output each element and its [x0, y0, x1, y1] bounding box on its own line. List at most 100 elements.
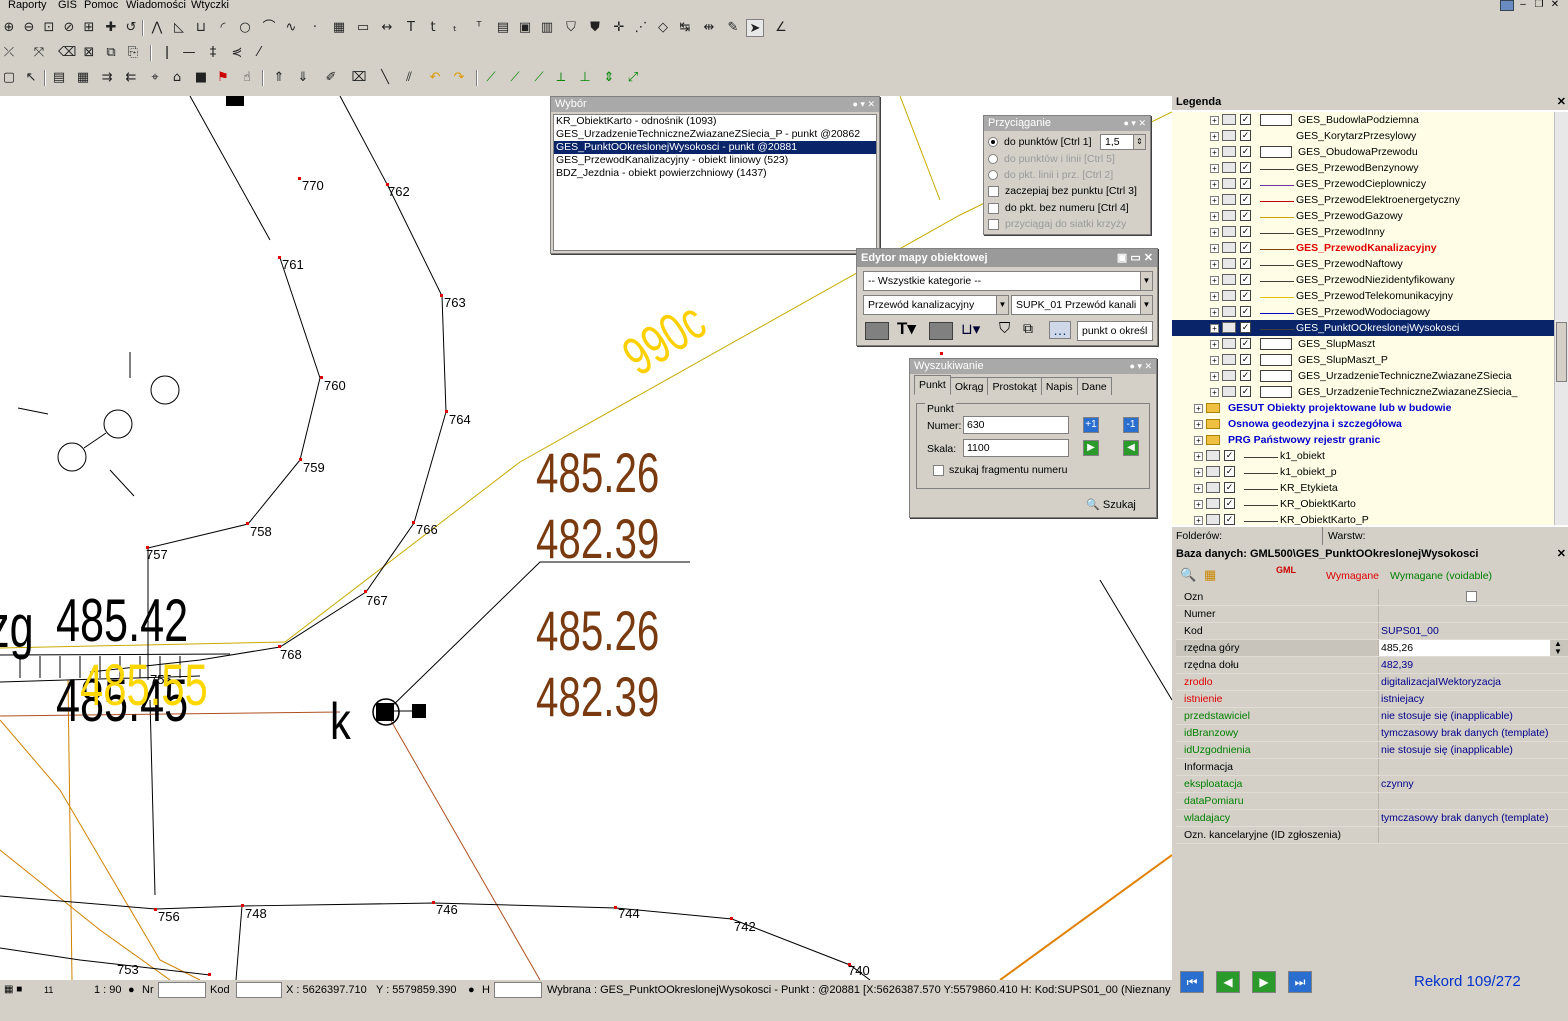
- copy-attr-icon[interactable]: ⧉: [1023, 320, 1033, 337]
- legend-row[interactable]: + ✓ GES_PrzewodElektroenergetyczny: [1172, 192, 1554, 208]
- visibility-checkbox[interactable]: ✓: [1240, 162, 1251, 173]
- attribute-value-input[interactable]: 485,26: [1378, 640, 1550, 656]
- layer-table-icon[interactable]: [1222, 178, 1236, 189]
- visibility-checkbox[interactable]: ✓: [1240, 306, 1251, 317]
- tab-dane[interactable]: Dane: [1076, 377, 1112, 395]
- minimize-icon[interactable]: –: [1516, 0, 1530, 11]
- attribute-row[interactable]: Informacja: [1176, 759, 1568, 776]
- select-window-icon[interactable]: ▢: [0, 69, 18, 87]
- snap-free-icon[interactable]: ⤢: [624, 69, 642, 87]
- expand-icon[interactable]: +: [1210, 244, 1219, 253]
- expand-icon[interactable]: +: [1210, 308, 1219, 317]
- spinner-icon[interactable]: ⇕: [1133, 135, 1145, 149]
- layer-table-icon[interactable]: [1206, 498, 1220, 509]
- measure-icon[interactable]: ⋰: [632, 19, 650, 37]
- tab-punkt[interactable]: Punkt: [914, 375, 951, 395]
- numer-input[interactable]: 630: [963, 416, 1069, 434]
- visibility-checkbox[interactable]: ✓: [1240, 226, 1251, 237]
- grid-icon[interactable]: ▦: [1204, 567, 1216, 583]
- expand-icon[interactable]: +: [1210, 132, 1219, 141]
- next-record-icon[interactable]: ▶: [1252, 971, 1276, 993]
- legend-scrollbar[interactable]: [1554, 112, 1568, 525]
- attribute-row[interactable]: zrodlo digitalizacjaIWektoryzacja: [1176, 674, 1568, 691]
- visibility-checkbox[interactable]: ✓: [1240, 114, 1251, 125]
- expand-icon[interactable]: +: [1210, 180, 1219, 189]
- layer-table-icon[interactable]: [1222, 386, 1236, 397]
- break-icon[interactable]: ⁄: [250, 44, 268, 62]
- cross-icon[interactable]: ✛: [610, 19, 628, 37]
- pan-icon[interactable]: ✚: [102, 19, 120, 37]
- delete-node-icon[interactable]: ⊠: [80, 44, 98, 62]
- line-icon[interactable]: ╲: [376, 69, 394, 87]
- legend-row[interactable]: + ✓ GES_SlupMaszt: [1172, 336, 1554, 352]
- note-icon[interactable]: ▤: [494, 19, 512, 37]
- brush-icon[interactable]: ✐: [322, 69, 340, 87]
- close-icon[interactable]: ✕: [1557, 545, 1566, 563]
- split-icon[interactable]: ⧉: [102, 44, 120, 62]
- legend-row[interactable]: + ✓ GES_PrzewodNaftowy: [1172, 256, 1554, 272]
- attribute-row[interactable]: rzędna dołu 482,39: [1176, 657, 1568, 674]
- legend-row[interactable]: + ✓ GES_PrzewodGazowy: [1172, 208, 1554, 224]
- legend-row[interactable]: + ✓ GES_PrzewodInny: [1172, 224, 1554, 240]
- snap-mid-icon[interactable]: ⟋: [530, 69, 548, 87]
- expand-icon[interactable]: +: [1194, 484, 1203, 493]
- checkbox-icon[interactable]: [988, 218, 999, 230]
- copy-icon[interactable]: ⎘: [124, 44, 142, 62]
- next-icon[interactable]: ▶: [1083, 440, 1099, 456]
- snap-end-icon[interactable]: ⟋: [506, 69, 524, 87]
- eraser-icon[interactable]: ⌫: [58, 44, 76, 62]
- black-square-icon[interactable]: ■: [192, 69, 210, 87]
- nr-input[interactable]: [158, 982, 206, 998]
- expand-icon[interactable]: +: [1210, 356, 1219, 365]
- legend-row[interactable]: + ✓ GES_PrzewodCieplowniczy: [1172, 176, 1554, 192]
- image-icon[interactable]: ▣: [516, 19, 534, 37]
- visibility-checkbox[interactable]: ✓: [1240, 258, 1251, 269]
- attribute-row[interactable]: przedstawiciel nie stosuje się (inapplica…: [1176, 708, 1568, 725]
- layer-table-icon[interactable]: [1222, 290, 1236, 301]
- document-icon[interactable]: ▤: [50, 69, 68, 87]
- zoom-scale[interactable]: 1 : 90: [94, 982, 122, 998]
- extend-icon[interactable]: —: [180, 44, 198, 62]
- expand-icon[interactable]: +: [1210, 148, 1219, 157]
- legend-row[interactable]: + ✓ GES_PunktOOkreslonejWysokosci: [1172, 320, 1554, 336]
- expand-icon[interactable]: +: [1194, 500, 1203, 509]
- attribute-row[interactable]: rzędna góry 485,26 ▲▼: [1176, 640, 1568, 657]
- visibility-checkbox[interactable]: ✓: [1240, 210, 1251, 221]
- kod-input[interactable]: [236, 982, 282, 998]
- legend-row[interactable]: + ✓ k1_obiekt_p: [1172, 464, 1554, 480]
- selection-item[interactable]: BDZ_Jezdnia - obiekt powierzchniowy (143…: [554, 167, 876, 180]
- polyline-icon[interactable]: ⋀: [148, 19, 166, 37]
- expand-icon[interactable]: +: [1210, 372, 1219, 381]
- snap-tangent-icon[interactable]: ⊥: [576, 69, 594, 87]
- attribute-row[interactable]: Ozn: [1176, 589, 1568, 606]
- expand-icon[interactable]: +: [1210, 260, 1219, 269]
- legend-row[interactable]: + GESUT Obiekty projektowane lub w budowi…: [1172, 400, 1554, 416]
- expand-icon[interactable]: +: [1194, 420, 1203, 429]
- visibility-checkbox[interactable]: ✓: [1240, 354, 1251, 365]
- table-icon[interactable]: ▦: [74, 69, 92, 87]
- window-buttons-icon[interactable]: ▣ ▭ ✕: [1117, 249, 1153, 267]
- distance-icon[interactable]: ↹: [676, 19, 694, 37]
- layer-table-icon[interactable]: [1222, 322, 1236, 333]
- legend-row[interactable]: + ✓ GES_PrzewodWodociagowy: [1172, 304, 1554, 320]
- visibility-checkbox[interactable]: ✓: [1240, 178, 1251, 189]
- menu-wiadomosci[interactable]: Wiadomości: [126, 0, 186, 11]
- layer-table-icon[interactable]: [1206, 482, 1220, 493]
- layer-table-icon[interactable]: [1222, 114, 1236, 125]
- circle-icon[interactable]: ○: [236, 19, 254, 37]
- parallel-icon[interactable]: ⫽: [400, 69, 418, 87]
- legend-row[interactable]: + ✓ k1_obiekt: [1172, 448, 1554, 464]
- fill-icon[interactable]: ▦: [330, 19, 348, 37]
- attribute-row[interactable]: idBranzowy tymczasowy brak danych (templa…: [1176, 725, 1568, 742]
- legend-row[interactable]: + ✓ KR_Etykieta: [1172, 480, 1554, 496]
- selection-item[interactable]: GES_PrzewodKanalizacyjny - obiekt liniow…: [554, 154, 876, 167]
- menu-gis[interactable]: GIS: [58, 0, 77, 11]
- vertex-icon[interactable]: ǀ: [158, 44, 176, 62]
- snap-option[interactable]: przyciągaj do siatki krzyży: [988, 218, 1126, 230]
- text-height-icon[interactable]: ᵀ: [470, 19, 488, 37]
- close-icon[interactable]: ✕: [1548, 0, 1562, 11]
- text-number-icon[interactable]: ₜ: [446, 19, 464, 37]
- curve-icon[interactable]: ⌒: [260, 19, 278, 37]
- expand-icon[interactable]: +: [1210, 388, 1219, 397]
- erase-icon[interactable]: ⌧: [350, 69, 368, 87]
